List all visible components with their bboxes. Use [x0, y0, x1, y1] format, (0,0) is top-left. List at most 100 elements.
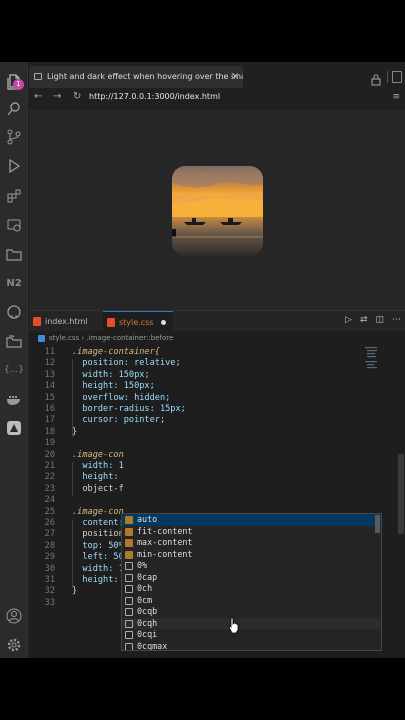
- unit-icon: [125, 642, 133, 650]
- lock-icon[interactable]: [370, 71, 382, 86]
- browser-navbar: ← → ↻ http://127.0.0.1:3000/index.html ≡: [29, 88, 405, 108]
- more-actions-icon[interactable]: ⋯: [392, 315, 401, 325]
- suggestion-item[interactable]: 0cqmax: [122, 640, 381, 651]
- line-code: width: 1: [72, 461, 124, 471]
- suggestion-item[interactable]: 0cm: [122, 595, 381, 607]
- code-line[interactable]: 21 width: 1: [29, 461, 369, 472]
- reload-icon[interactable]: ↻: [73, 91, 81, 102]
- code-line[interactable]: 19: [29, 438, 369, 449]
- code-line[interactable]: 22 height:: [29, 472, 369, 483]
- ellipsis-icon[interactable]: {...}: [4, 360, 24, 380]
- source-control-icon[interactable]: [4, 127, 24, 147]
- unit-icon: [125, 573, 133, 582]
- suggestion-item[interactable]: max-content: [122, 537, 381, 549]
- keyword-icon: [125, 550, 133, 559]
- popup-scrollbar[interactable]: [375, 515, 380, 533]
- split-view-icon[interactable]: [392, 71, 402, 83]
- suggestion-item[interactable]: 0cap: [122, 572, 381, 584]
- code-line[interactable]: 15 overflow: hidden;: [29, 393, 369, 404]
- folders-icon[interactable]: [4, 331, 24, 351]
- n2-icon[interactable]: N2: [4, 273, 24, 293]
- line-code: top: 50%: [72, 540, 124, 551]
- line-number: 25: [44, 506, 55, 517]
- code-line[interactable]: 18}: [29, 427, 369, 438]
- divider: [387, 71, 388, 83]
- unit-icon: [125, 585, 133, 593]
- azure-icon[interactable]: [4, 418, 24, 438]
- scrollbar[interactable]: [398, 454, 404, 534]
- line-number: 23: [44, 483, 55, 494]
- tab-style-css[interactable]: style.css: [103, 311, 173, 332]
- line-code: }: [72, 586, 78, 597]
- line-code: .image-con: [72, 506, 124, 517]
- code-line[interactable]: 24: [29, 495, 369, 506]
- tab-label: style.css: [119, 318, 154, 327]
- suggestion-label: 0cqmax: [137, 640, 168, 651]
- run-debug-icon[interactable]: [4, 156, 24, 176]
- suggestion-item[interactable]: 0ch: [122, 583, 381, 595]
- suggestion-item[interactable]: auto: [122, 514, 381, 526]
- run-icon[interactable]: ▷: [345, 315, 352, 325]
- line-number: 11: [44, 347, 55, 357]
- folder-icon[interactable]: [4, 244, 24, 264]
- back-icon[interactable]: ←: [34, 91, 42, 102]
- suggestion-item[interactable]: 0cqh: [122, 617, 381, 629]
- sync-icon[interactable]: ⇄: [360, 315, 368, 325]
- account-icon[interactable]: [4, 606, 24, 626]
- breadcrumb-separator: ›: [81, 334, 85, 342]
- unit-icon: [125, 608, 133, 616]
- docker-icon[interactable]: [4, 389, 24, 409]
- line-number: 15: [44, 392, 55, 403]
- line-code: left: 50: [72, 552, 124, 563]
- code-line[interactable]: 14 height: 150px;: [29, 381, 369, 392]
- unsaved-dot-icon[interactable]: [161, 320, 166, 325]
- suggestion-label: 0%: [137, 560, 148, 570]
- code-line[interactable]: 17 cursor: pointer;: [29, 415, 369, 426]
- close-icon[interactable]: ×: [231, 66, 239, 88]
- settings-icon[interactable]: [4, 635, 24, 655]
- search-icon[interactable]: [4, 99, 24, 119]
- menu-icon[interactable]: ≡: [392, 92, 400, 102]
- address-bar[interactable]: http://127.0.0.1:3000/index.html: [89, 92, 220, 101]
- suggestion-item[interactable]: 0cqi: [122, 629, 381, 641]
- line-number: 18: [44, 426, 55, 437]
- browser-tab[interactable]: Light and dark effect when hovering over…: [29, 66, 243, 88]
- breadcrumb-file[interactable]: style.css: [49, 334, 79, 342]
- code-line[interactable]: 16 border-radius: 15px;: [29, 404, 369, 415]
- tab-index-html[interactable]: index.html: [29, 311, 95, 332]
- editor-tabs: index.html style.css ▷ ⇄ ◫ ⋯: [29, 310, 405, 332]
- suggestion-label: min-content: [137, 548, 193, 559]
- suggestion-label: fit-content: [137, 525, 193, 536]
- line-number: 28: [44, 540, 55, 551]
- line-number: 31: [44, 575, 55, 585]
- split-editor-icon[interactable]: ◫: [375, 315, 384, 325]
- suggestion-item[interactable]: 0%: [122, 560, 381, 572]
- suggestion-item[interactable]: 0cqb: [122, 606, 381, 618]
- page-viewport: [29, 109, 405, 310]
- remote-explorer-icon[interactable]: [4, 215, 24, 235]
- breadcrumb-symbol[interactable]: .image-container::before: [86, 334, 173, 342]
- code-line[interactable]: 12 position: relative;: [29, 358, 369, 369]
- extensions-icon[interactable]: [4, 186, 24, 206]
- line-number: 14: [44, 381, 55, 392]
- line-code: height: 150px;: [72, 381, 155, 392]
- code-line[interactable]: 11 .image-container{: [29, 347, 369, 358]
- suggestion-label: 0cqh: [137, 617, 158, 628]
- line-number: 26: [44, 518, 55, 528]
- sunset-boats-image[interactable]: [172, 166, 263, 256]
- css-icon: [38, 335, 45, 342]
- suggestion-item[interactable]: fit-content: [122, 526, 381, 538]
- code-line[interactable]: 13 width: 150px;: [29, 370, 369, 381]
- unit-icon: [125, 596, 133, 605]
- forward-icon[interactable]: →: [53, 91, 61, 102]
- line-number: 20: [44, 449, 55, 460]
- github-icon[interactable]: [4, 302, 24, 322]
- line-code: width: 1: [72, 563, 124, 574]
- line-number: 13: [44, 369, 55, 380]
- code-line[interactable]: 20 .image-con: [29, 450, 369, 461]
- minimap[interactable]: [365, 345, 383, 385]
- line-number: 30: [44, 563, 55, 574]
- suggestion-item[interactable]: min-content: [122, 549, 381, 561]
- code-line[interactable]: 23 object-f: [29, 484, 369, 495]
- line-code: object-f: [72, 483, 124, 494]
